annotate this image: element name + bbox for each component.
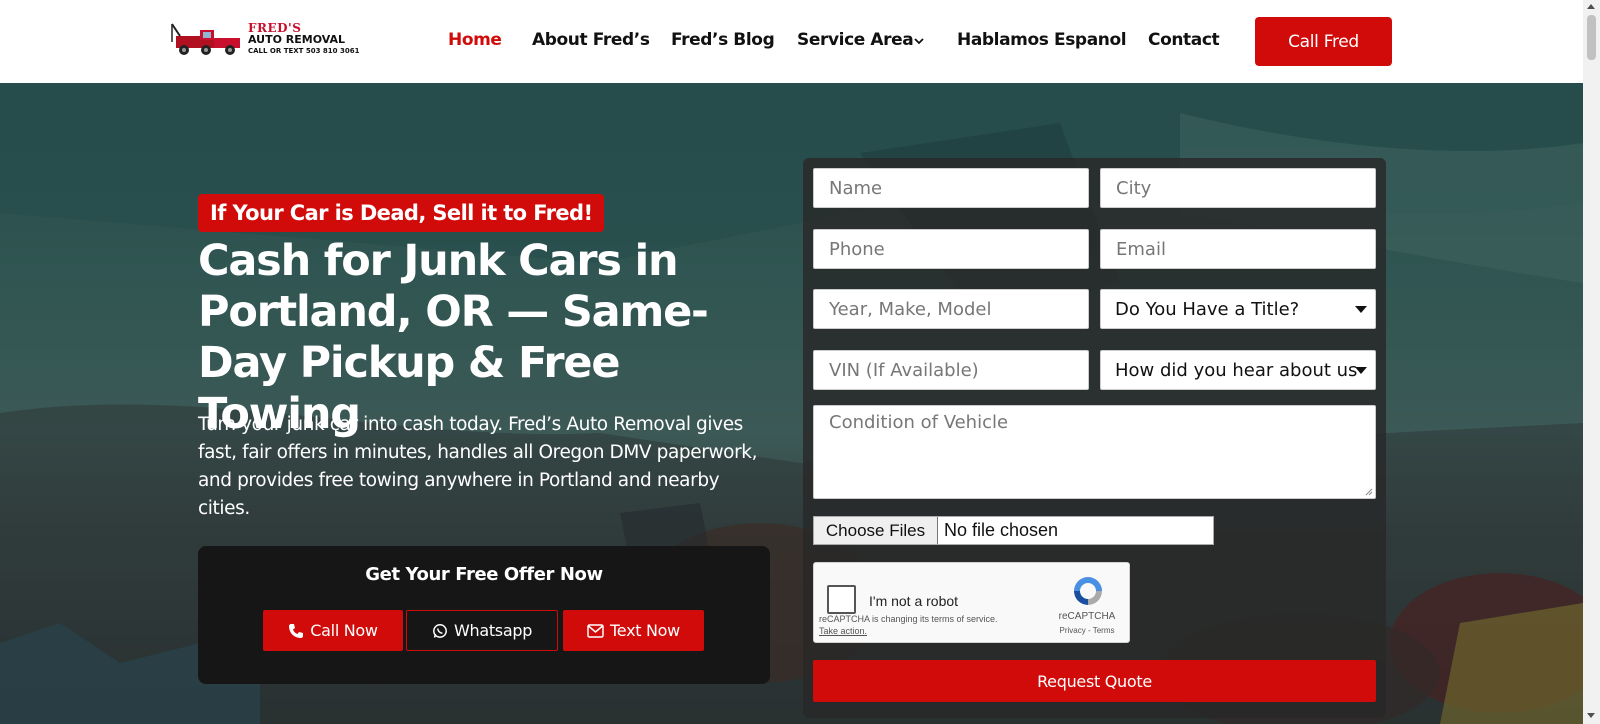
whatsapp-label: Whatsapp bbox=[453, 621, 533, 640]
vin-field[interactable]: VIN (If Available) bbox=[813, 350, 1089, 390]
hero-description: Turn your junk car into cash today. Fred… bbox=[198, 414, 758, 519]
email-field[interactable]: Email bbox=[1100, 229, 1376, 269]
recaptcha-label: I'm not a robot bbox=[869, 593, 959, 609]
condition-placeholder: Condition of Vehicle bbox=[829, 412, 1009, 433]
recaptcha-brand: reCAPTCHA bbox=[1058, 611, 1116, 622]
page-scrollbar[interactable] bbox=[1583, 0, 1600, 724]
chevron-down-icon[interactable] bbox=[913, 35, 925, 47]
offer-title: Get Your Free Offer Now bbox=[365, 564, 603, 585]
logo-subtitle: AUTO REMOVAL bbox=[248, 33, 346, 46]
hero-section: If Your Car is Dead, Sell it to Fred! Ca… bbox=[0, 83, 1583, 724]
call-fred-button[interactable]: Call Fred bbox=[1255, 17, 1392, 66]
file-status: No file chosen bbox=[944, 520, 1059, 540]
hero-tagline: If Your Car is Dead, Sell it to Fred! bbox=[198, 194, 605, 232]
nav-about[interactable]: About Fred’s bbox=[532, 30, 650, 50]
recaptcha-checkbox[interactable] bbox=[827, 585, 856, 614]
recaptcha-take-action-link[interactable]: Take action. bbox=[819, 626, 867, 636]
phone-field[interactable]: Phone bbox=[813, 229, 1089, 269]
site-header: FRED'S AUTO REMOVAL CALL OR TEXT 503 810… bbox=[0, 0, 1583, 83]
whatsapp-icon bbox=[433, 623, 447, 638]
scrollbar-thumb[interactable] bbox=[1587, 15, 1596, 60]
request-quote-button[interactable]: Request Quote bbox=[813, 660, 1376, 702]
call-now-button[interactable]: Call Now bbox=[263, 610, 403, 651]
tow-truck-icon bbox=[171, 23, 240, 55]
nav-service-area[interactable]: Service Area bbox=[797, 30, 914, 50]
offer-panel: Get Your Free Offer Now Call Now Whatsap… bbox=[198, 546, 770, 684]
title-select-value: Do You Have a Title? bbox=[1115, 299, 1300, 320]
text-now-label: Text Now bbox=[610, 621, 680, 640]
recaptcha-logo-icon bbox=[1074, 577, 1102, 605]
nav-home[interactable]: Home bbox=[448, 30, 502, 50]
recaptcha-widget: I'm not a robot reCAPTCHA is changing it… bbox=[813, 562, 1130, 643]
nav-contact[interactable]: Contact bbox=[1148, 30, 1220, 50]
referral-select[interactable]: How did you hear about us bbox=[1100, 350, 1376, 390]
quote-form: Name City Phone Email Year, Make, Model … bbox=[803, 158, 1386, 718]
condition-textarea[interactable]: Condition of Vehicle bbox=[813, 405, 1376, 499]
call-now-label: Call Now bbox=[310, 621, 378, 640]
referral-select-value: How did you hear about us bbox=[1115, 360, 1358, 381]
recaptcha-terms-link[interactable]: Privacy - Terms bbox=[1054, 626, 1120, 635]
whatsapp-button[interactable]: Whatsapp bbox=[406, 610, 558, 651]
nav-hablamos-espanol[interactable]: Hablamos Espanol bbox=[957, 30, 1127, 50]
scroll-down-arrow-icon[interactable] bbox=[1587, 713, 1595, 718]
choose-files-button[interactable]: Choose Files bbox=[814, 517, 938, 544]
vehicle-field[interactable]: Year, Make, Model bbox=[813, 289, 1089, 329]
text-now-button[interactable]: Text Now bbox=[563, 610, 704, 651]
site-logo[interactable]: FRED'S AUTO REMOVAL CALL OR TEXT 503 810… bbox=[170, 20, 366, 60]
recaptcha-notice: reCAPTCHA is changing its terms of servi… bbox=[819, 614, 998, 624]
caret-down-icon bbox=[1355, 367, 1367, 374]
city-field[interactable]: City bbox=[1100, 168, 1376, 208]
nav-blog[interactable]: Fred’s Blog bbox=[671, 30, 775, 50]
envelope-icon bbox=[587, 623, 604, 638]
title-select[interactable]: Do You Have a Title? bbox=[1100, 289, 1376, 329]
page-title: Cash for Junk Cars in Portland, OR — Sam… bbox=[198, 236, 709, 439]
caret-down-icon bbox=[1355, 306, 1367, 313]
file-upload: Choose Files No file chosen bbox=[813, 516, 1214, 545]
resize-handle-icon[interactable] bbox=[1365, 488, 1373, 496]
name-field[interactable]: Name bbox=[813, 168, 1089, 208]
phone-icon bbox=[289, 623, 304, 638]
logo-phone: CALL OR TEXT 503 810 3061 bbox=[248, 47, 360, 55]
scroll-up-arrow-icon[interactable] bbox=[1587, 4, 1595, 9]
